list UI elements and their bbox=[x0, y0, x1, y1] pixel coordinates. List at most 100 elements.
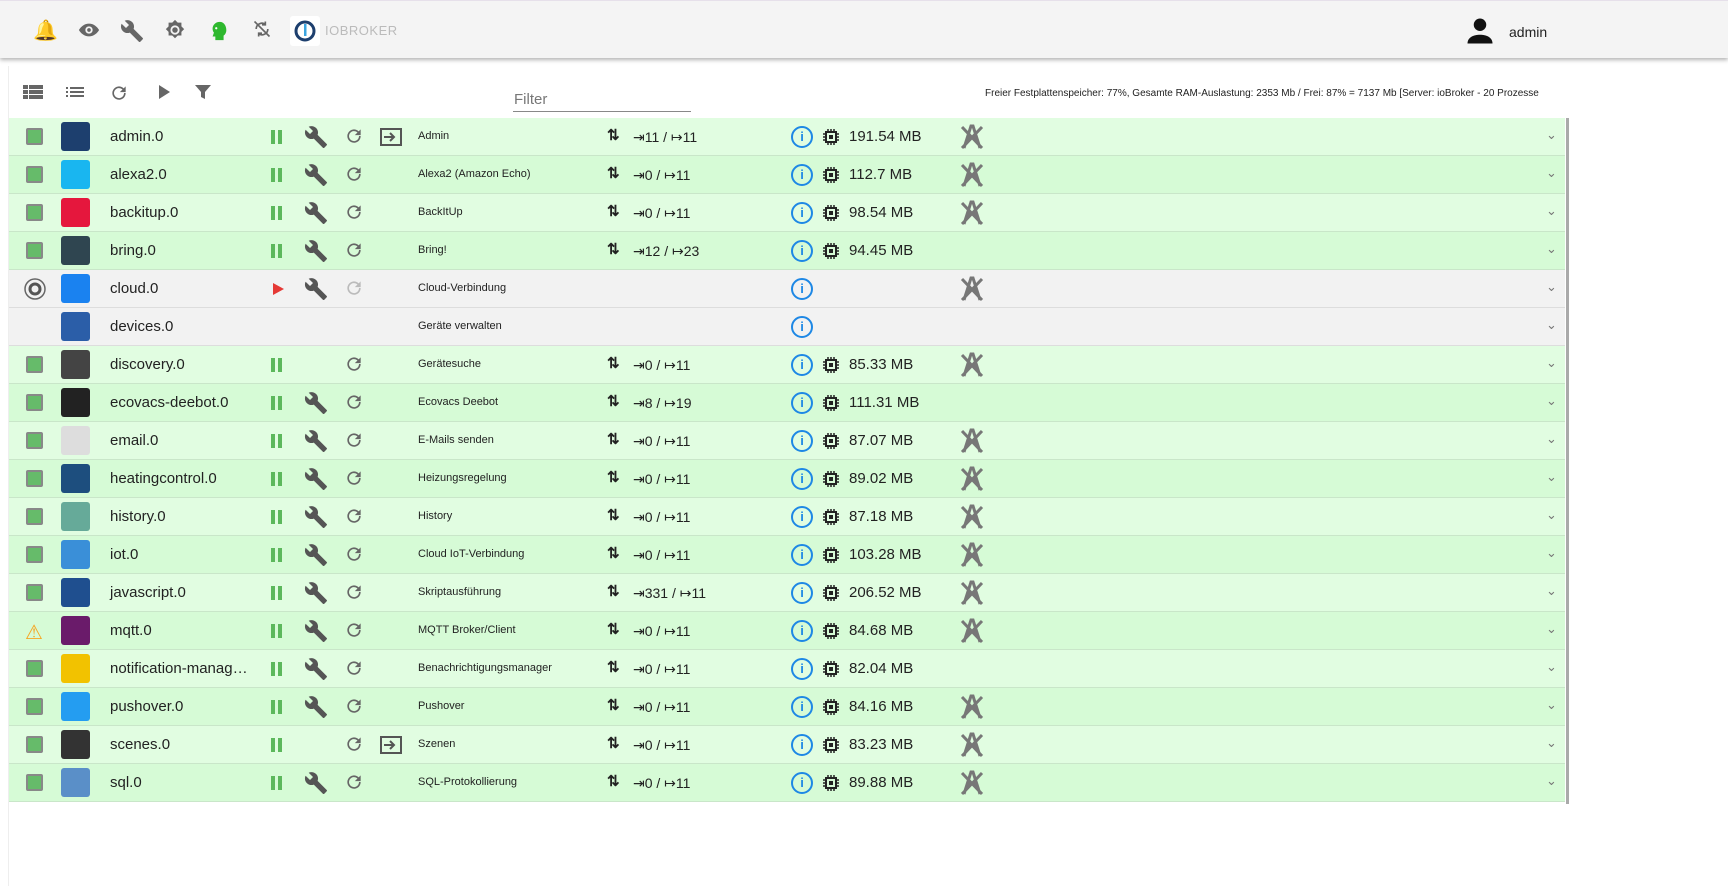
info-icon[interactable]: i bbox=[791, 278, 813, 300]
open-web-icon[interactable] bbox=[380, 127, 402, 150]
filter-input[interactable]: Filter bbox=[513, 84, 691, 112]
pause-button[interactable] bbox=[271, 206, 282, 220]
bell-icon[interactable]: 🔔 bbox=[33, 19, 58, 43]
scrollbar[interactable] bbox=[1566, 118, 1569, 804]
settings-wrench-icon[interactable] bbox=[304, 543, 328, 570]
gear-icon[interactable] bbox=[163, 19, 187, 43]
eye-icon[interactable] bbox=[77, 19, 101, 43]
no-log-icon[interactable] bbox=[960, 428, 984, 457]
chevron-down-icon[interactable]: ⌄ bbox=[1546, 545, 1557, 561]
no-log-icon[interactable] bbox=[960, 694, 984, 723]
head-icon[interactable] bbox=[207, 19, 231, 43]
restart-icon[interactable] bbox=[344, 582, 364, 605]
info-icon[interactable]: i bbox=[791, 544, 813, 566]
pause-button[interactable] bbox=[271, 700, 282, 714]
settings-wrench-icon[interactable] bbox=[304, 391, 328, 418]
restart-icon[interactable] bbox=[344, 430, 364, 453]
pause-button[interactable] bbox=[271, 168, 282, 182]
settings-wrench-icon[interactable] bbox=[304, 695, 328, 722]
info-icon[interactable]: i bbox=[791, 582, 813, 604]
start-button[interactable] bbox=[273, 283, 284, 295]
info-icon[interactable]: i bbox=[791, 240, 813, 262]
info-icon[interactable]: i bbox=[791, 430, 813, 452]
info-icon[interactable]: i bbox=[791, 202, 813, 224]
settings-wrench-icon[interactable] bbox=[304, 201, 328, 228]
no-log-icon[interactable] bbox=[960, 162, 984, 191]
no-log-icon[interactable] bbox=[960, 200, 984, 229]
chevron-down-icon[interactable]: ⌄ bbox=[1546, 127, 1557, 143]
pause-button[interactable] bbox=[271, 130, 282, 144]
view-list-icon[interactable] bbox=[66, 83, 84, 106]
refresh-icon[interactable] bbox=[109, 83, 129, 108]
restart-icon[interactable] bbox=[344, 240, 364, 263]
info-icon[interactable]: i bbox=[791, 392, 813, 414]
open-web-icon[interactable] bbox=[380, 735, 402, 758]
chevron-down-icon[interactable]: ⌄ bbox=[1546, 393, 1557, 409]
pause-button[interactable] bbox=[271, 776, 282, 790]
settings-wrench-icon[interactable] bbox=[304, 771, 328, 798]
settings-wrench-icon[interactable] bbox=[304, 657, 328, 684]
info-icon[interactable]: i bbox=[791, 658, 813, 680]
chevron-down-icon[interactable]: ⌄ bbox=[1546, 583, 1557, 599]
restart-icon[interactable] bbox=[344, 772, 364, 795]
restart-icon[interactable] bbox=[344, 544, 364, 567]
chevron-down-icon[interactable]: ⌄ bbox=[1546, 241, 1557, 257]
info-icon[interactable]: i bbox=[791, 354, 813, 376]
no-log-icon[interactable] bbox=[960, 580, 984, 609]
restart-icon[interactable] bbox=[344, 506, 364, 529]
settings-wrench-icon[interactable] bbox=[304, 619, 328, 646]
settings-wrench-icon[interactable] bbox=[304, 581, 328, 608]
pause-button[interactable] bbox=[271, 662, 282, 676]
info-icon[interactable]: i bbox=[791, 734, 813, 756]
restart-icon[interactable] bbox=[344, 658, 364, 681]
chevron-down-icon[interactable]: ⌄ bbox=[1546, 621, 1557, 637]
no-log-icon[interactable] bbox=[960, 466, 984, 495]
chevron-down-icon[interactable]: ⌄ bbox=[1546, 469, 1557, 485]
chevron-down-icon[interactable]: ⌄ bbox=[1546, 735, 1557, 751]
filter-icon[interactable] bbox=[194, 83, 212, 106]
info-icon[interactable]: i bbox=[791, 506, 813, 528]
info-icon[interactable]: i bbox=[791, 126, 813, 148]
no-log-icon[interactable] bbox=[960, 618, 984, 647]
no-log-icon[interactable] bbox=[960, 276, 984, 305]
settings-wrench-icon[interactable] bbox=[304, 163, 328, 190]
no-log-icon[interactable] bbox=[960, 732, 984, 761]
pause-button[interactable] bbox=[271, 510, 282, 524]
pause-button[interactable] bbox=[271, 586, 282, 600]
pause-button[interactable] bbox=[271, 548, 282, 562]
pause-button[interactable] bbox=[271, 738, 282, 752]
restart-icon[interactable] bbox=[344, 620, 364, 643]
info-icon[interactable]: i bbox=[791, 468, 813, 490]
play-icon[interactable] bbox=[157, 83, 171, 106]
no-log-icon[interactable] bbox=[960, 542, 984, 571]
pause-button[interactable] bbox=[271, 624, 282, 638]
settings-wrench-icon[interactable] bbox=[304, 429, 328, 456]
info-icon[interactable]: i bbox=[791, 164, 813, 186]
pause-button[interactable] bbox=[271, 244, 282, 258]
iobroker-logo[interactable] bbox=[290, 16, 320, 46]
settings-wrench-icon[interactable] bbox=[304, 239, 328, 266]
settings-wrench-icon[interactable] bbox=[304, 277, 328, 304]
chevron-down-icon[interactable]: ⌄ bbox=[1546, 773, 1557, 789]
wrench-icon[interactable] bbox=[120, 19, 144, 43]
sync-disabled-icon[interactable] bbox=[250, 19, 274, 43]
restart-icon[interactable] bbox=[344, 278, 364, 301]
restart-icon[interactable] bbox=[344, 392, 364, 415]
chevron-down-icon[interactable]: ⌄ bbox=[1546, 355, 1557, 371]
info-icon[interactable]: i bbox=[791, 316, 813, 338]
chevron-down-icon[interactable]: ⌄ bbox=[1546, 165, 1557, 181]
restart-icon[interactable] bbox=[344, 734, 364, 757]
settings-wrench-icon[interactable] bbox=[304, 467, 328, 494]
chevron-down-icon[interactable]: ⌄ bbox=[1546, 697, 1557, 713]
chevron-down-icon[interactable]: ⌄ bbox=[1546, 431, 1557, 447]
info-icon[interactable]: i bbox=[791, 696, 813, 718]
no-log-icon[interactable] bbox=[960, 504, 984, 533]
info-icon[interactable]: i bbox=[791, 772, 813, 794]
chevron-down-icon[interactable]: ⌄ bbox=[1546, 317, 1557, 333]
no-log-icon[interactable] bbox=[960, 770, 984, 799]
pause-button[interactable] bbox=[271, 434, 282, 448]
chevron-down-icon[interactable]: ⌄ bbox=[1546, 659, 1557, 675]
pause-button[interactable] bbox=[271, 396, 282, 410]
restart-icon[interactable] bbox=[344, 354, 364, 377]
restart-icon[interactable] bbox=[344, 126, 364, 149]
